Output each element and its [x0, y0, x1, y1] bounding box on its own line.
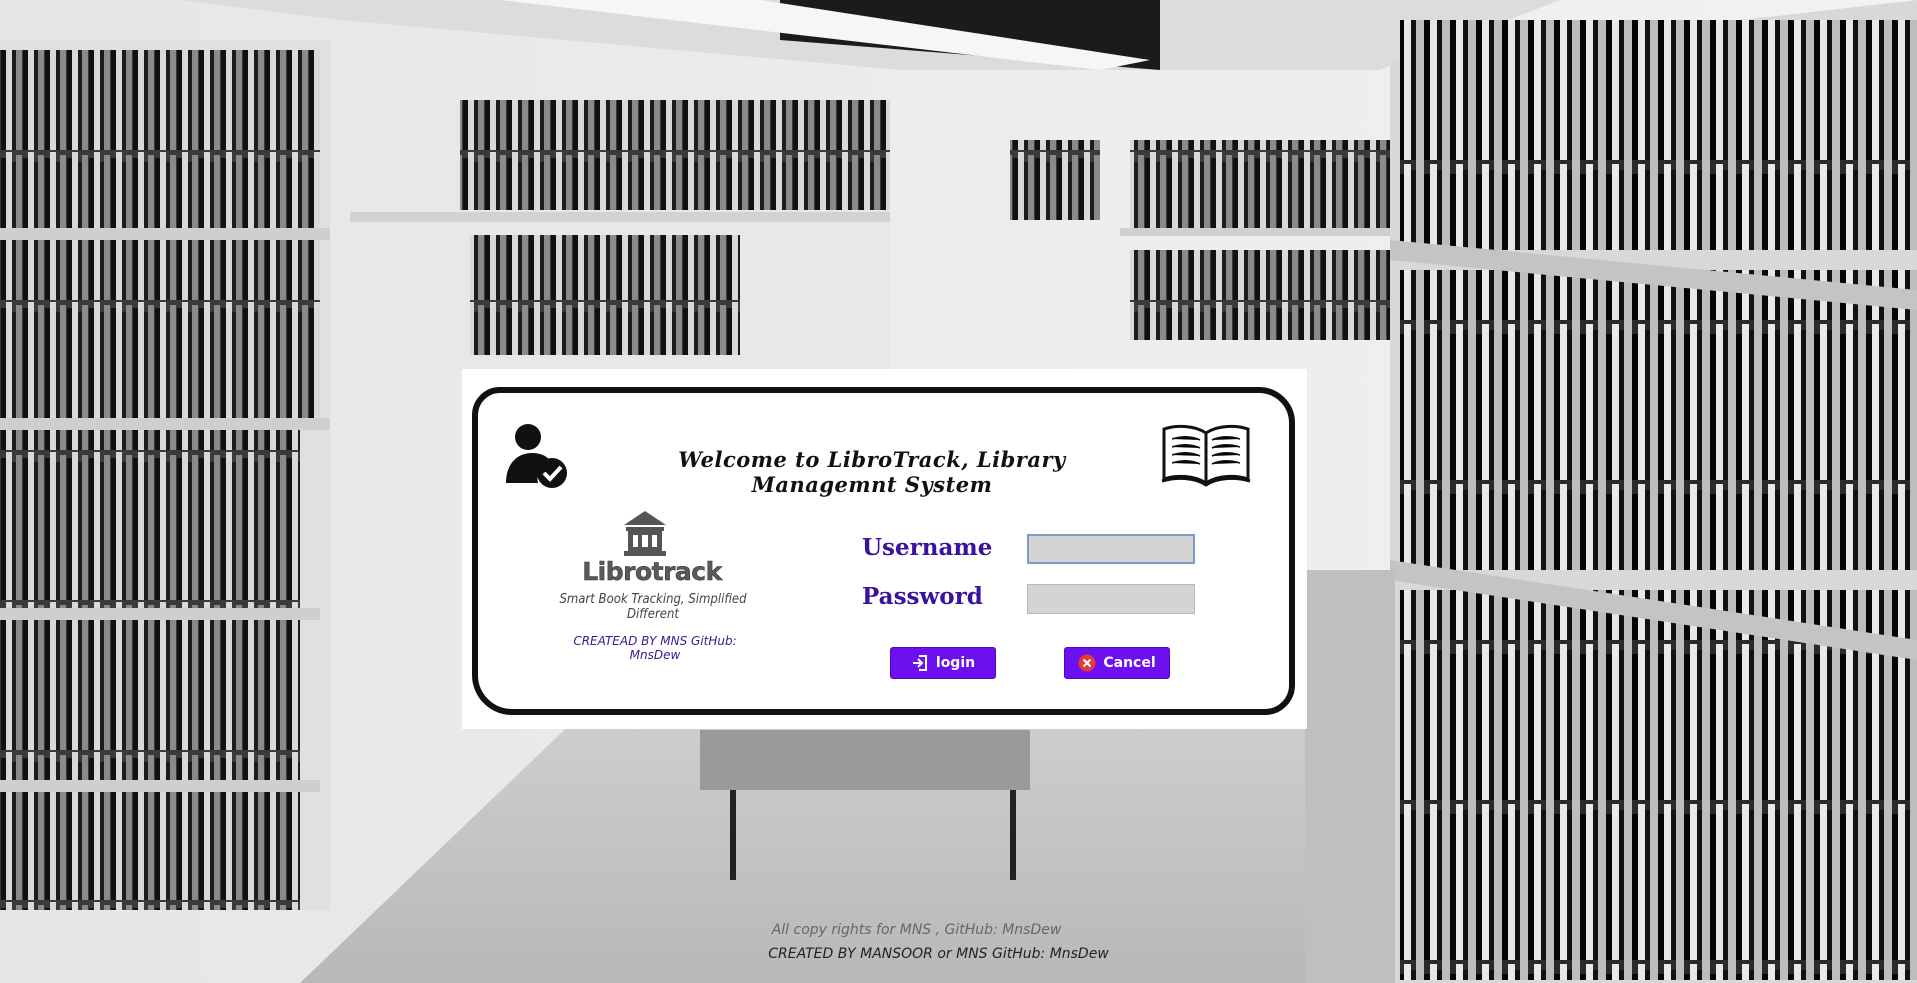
created-by-footer: CREATED BY MANSOOR or MNS GitHub: MnsDew — [768, 946, 1109, 962]
created-by-note: CREATEAD BY MNS GitHub: MnsDew — [573, 634, 737, 662]
library-building-icon — [624, 511, 666, 556]
password-input[interactable] — [1027, 584, 1195, 614]
login-button-label: login — [935, 655, 976, 671]
cancel-button-label: Cancel — [1103, 655, 1156, 671]
sign-in-icon — [912, 655, 927, 671]
login-card: Welcome to LibroTrack, Library Managemnt… — [462, 369, 1307, 729]
user-check-icon — [506, 424, 567, 488]
cancel-button[interactable]: Cancel — [1064, 647, 1170, 679]
login-button[interactable]: login — [890, 647, 996, 679]
logo-wordmark: Librotrack — [582, 557, 723, 587]
welcome-title: Welcome to LibroTrack, Library Managemnt… — [678, 447, 1066, 497]
username-input[interactable] — [1027, 534, 1195, 564]
username-label: Username — [862, 534, 993, 561]
cancel-x-icon — [1078, 654, 1096, 672]
logo-tagline: Smart Book Tracking, Simplified Differen… — [559, 592, 747, 622]
copyright-footer: All copy rights for MNS , GitHub: MnsDew — [771, 922, 1062, 938]
librotrack-logo: Librotrack Smart Book Tracking, Simplifi… — [552, 509, 752, 622]
password-label: Password — [862, 583, 983, 610]
open-book-icon — [1161, 424, 1251, 487]
